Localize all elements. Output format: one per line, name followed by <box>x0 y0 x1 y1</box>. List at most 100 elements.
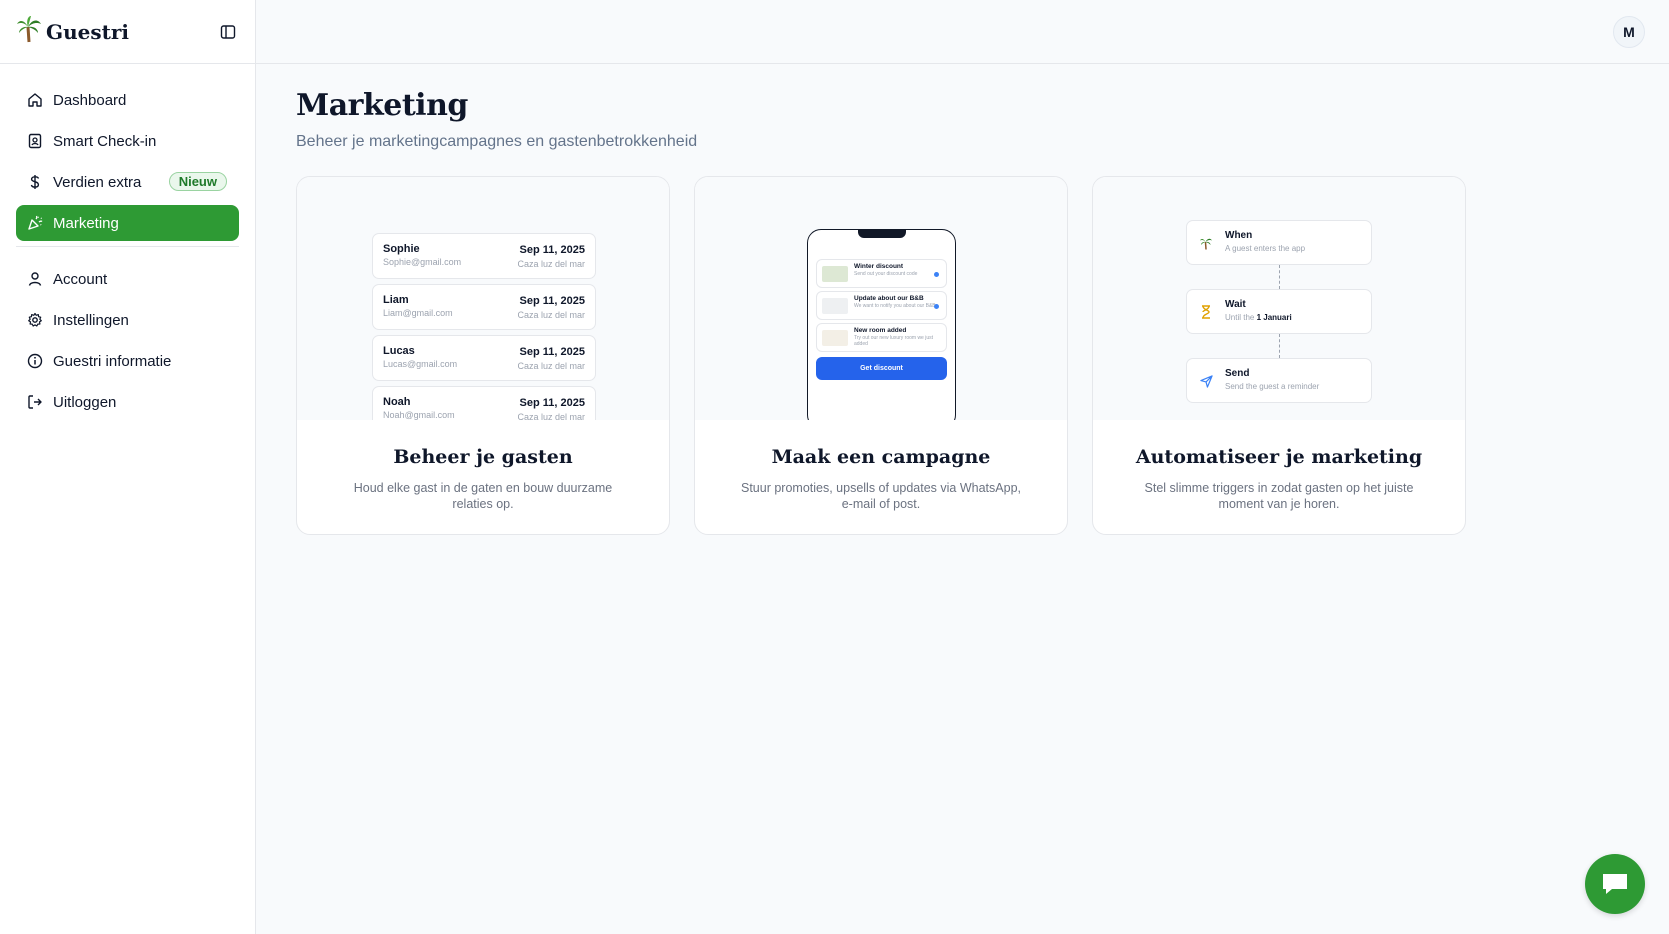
chat-icon <box>1603 874 1627 894</box>
phone-mockup: Winter discount Send out your discount c… <box>807 229 956 420</box>
sidebar-header: Guestri <box>0 0 255 64</box>
list-item: Winter discount Send out your discount c… <box>816 259 947 288</box>
guest-place: Caza luz del mar <box>517 412 585 420</box>
guest-date: Sep 11, 2025 <box>519 346 585 358</box>
sidebar-toggle-button[interactable] <box>217 21 239 43</box>
sidebar-item-label: Marketing <box>53 214 119 232</box>
card-description: Stel slimme triggers in zodat gasten op … <box>1144 481 1414 511</box>
send-icon <box>1197 372 1215 390</box>
card-body: Automatiseer je marketing Stel slimme tr… <box>1093 420 1465 512</box>
chat-button[interactable] <box>1585 854 1645 914</box>
avatar[interactable]: M <box>1613 16 1645 48</box>
flow-step-subtitle-prefix: Until the <box>1225 313 1257 322</box>
campaign-subtitle: Send out your discount code <box>854 271 918 277</box>
flow-step-wait: Wait Until the 1 Januari <box>1186 289 1372 334</box>
flow-step-subtitle-date: 1 Januari <box>1256 313 1292 322</box>
get-discount-button: Get discount <box>816 357 947 380</box>
flow-step-subtitle: Send the guest a reminder <box>1225 382 1320 391</box>
flow-step-title: Send <box>1225 368 1250 379</box>
hourglass-icon <box>1197 303 1215 321</box>
sidebar-item-dashboard[interactable]: Dashboard <box>16 82 239 118</box>
card-title: Maak een campagne <box>771 446 991 468</box>
list-item: Update about our B&B We want to notify y… <box>816 291 947 320</box>
campaign-thumbnail <box>822 330 848 346</box>
list-item: Liam Liam@gmail.com Sep 11, 2025 Caza lu… <box>372 284 596 330</box>
flow-step-subtitle: Until the 1 Januari <box>1225 313 1371 322</box>
marketing-cards: Sophie Sophie@gmail.com Sep 11, 2025 Caz… <box>296 176 1466 535</box>
brand-name: Guestri <box>46 19 129 44</box>
gear-icon <box>28 312 42 327</box>
sidebar-item-label: Dashboard <box>53 91 127 109</box>
list-item: New room added Try out our new luxury ro… <box>816 323 947 352</box>
guest-place: Caza luz del mar <box>517 310 585 320</box>
phone-preview: Winter discount Send out your discount c… <box>695 177 1067 420</box>
card-title: Beheer je gasten <box>393 446 573 468</box>
campaign-title: New room added <box>854 327 907 334</box>
party-popper-icon <box>28 215 43 230</box>
campaign-title: Update about our B&B <box>854 295 924 302</box>
campaign-thumbnail <box>822 266 848 282</box>
campaign-title: Winter discount <box>854 263 904 270</box>
palm-tree-icon <box>16 15 42 48</box>
flow-step-subtitle: A guest enters the app <box>1225 244 1306 253</box>
page-title: Marketing <box>296 88 468 123</box>
campaign-thumbnail <box>822 298 848 314</box>
guest-date: Sep 11, 2025 <box>519 295 585 307</box>
page-header: Marketing Beheer je marketingcampagnes e… <box>296 88 697 151</box>
sidebar-item-label: Uitloggen <box>53 393 117 411</box>
campaign-subtitle: We want to notify you about our B&B <box>854 303 936 309</box>
card-create-campaign[interactable]: Winter discount Send out your discount c… <box>694 176 1068 535</box>
dollar-icon <box>30 175 40 189</box>
list-item: Lucas Lucas@gmail.com Sep 11, 2025 Caza … <box>372 335 596 381</box>
flow-connector <box>1279 265 1280 289</box>
flow-step-when: When A guest enters the app <box>1186 220 1372 265</box>
sidebar-item-label: Account <box>53 270 108 288</box>
card-description: Houd elke gast in de gaten en bouw duurz… <box>353 481 613 511</box>
info-icon <box>27 353 43 369</box>
flow-connector <box>1279 334 1280 358</box>
sidebar-item-guestri-informatie[interactable]: Guestri informatie <box>16 343 239 379</box>
unread-dot <box>934 304 939 309</box>
page-subtitle: Beheer je marketingcampagnes en gastenbe… <box>296 133 698 150</box>
card-body: Maak een campagne Stuur promoties, upsel… <box>695 420 1067 512</box>
guest-list: Sophie Sophie@gmail.com Sep 11, 2025 Caz… <box>372 233 596 420</box>
guest-place: Caza luz del mar <box>517 361 585 371</box>
guest-list-preview: Sophie Sophie@gmail.com Sep 11, 2025 Caz… <box>297 177 669 420</box>
sidebar-item-label: Smart Check-in <box>53 132 157 150</box>
campaign-subtitle: Try out our new luxury room we just adde… <box>854 335 934 347</box>
topbar: M <box>256 0 1669 64</box>
sidebar-item-account[interactable]: Account <box>16 261 239 297</box>
guest-place: Caza luz del mar <box>517 259 585 269</box>
flow-step-title: When <box>1225 230 1253 241</box>
brand-logo[interactable]: Guestri <box>16 15 129 48</box>
sidebar-item-uitloggen[interactable]: Uitloggen <box>16 384 239 420</box>
automation-flow: When A guest enters the app Wait Until t… <box>1186 220 1372 403</box>
list-item: Sophie Sophie@gmail.com Sep 11, 2025 Caz… <box>372 233 596 279</box>
sidebar-toggle-icon <box>220 24 236 39</box>
sidebar-item-label: Instellingen <box>53 311 129 329</box>
badge-id-icon <box>28 133 42 149</box>
flow-step-title: Wait <box>1225 299 1246 310</box>
card-title: Automatiseer je marketing <box>1135 446 1423 468</box>
card-automate-marketing[interactable]: When A guest enters the app Wait Until t… <box>1092 176 1466 535</box>
automation-preview: When A guest enters the app Wait Until t… <box>1093 177 1465 420</box>
palm-tree-icon <box>1197 234 1215 252</box>
card-description: Stuur promoties, upsells of updates via … <box>740 481 1021 511</box>
card-manage-guests[interactable]: Sophie Sophie@gmail.com Sep 11, 2025 Caz… <box>296 176 670 535</box>
sidebar-item-marketing[interactable]: Marketing <box>16 205 239 241</box>
user-icon <box>28 272 42 286</box>
sidebar-item-verdien-extra[interactable]: Verdien extra Nieuw <box>16 164 239 200</box>
guest-date: Sep 11, 2025 <box>519 244 585 256</box>
sidebar: Guestri Dashboard Smart Check-in Verdien… <box>0 0 256 934</box>
home-icon <box>28 93 42 107</box>
sidebar-item-instellingen[interactable]: Instellingen <box>16 302 239 338</box>
guest-date: Sep 11, 2025 <box>519 397 585 409</box>
unread-dot <box>934 272 939 277</box>
flow-step-send: Send Send the guest a reminder <box>1186 358 1372 403</box>
phone-notch <box>858 229 906 238</box>
logout-icon <box>28 395 42 409</box>
sidebar-nav: Dashboard Smart Check-in Verdien extra N… <box>0 64 255 420</box>
list-item: Noah Noah@gmail.com Sep 11, 2025 Caza lu… <box>372 386 596 420</box>
sidebar-item-smart-check-in[interactable]: Smart Check-in <box>16 123 239 159</box>
sidebar-item-label: Verdien extra <box>53 173 142 191</box>
